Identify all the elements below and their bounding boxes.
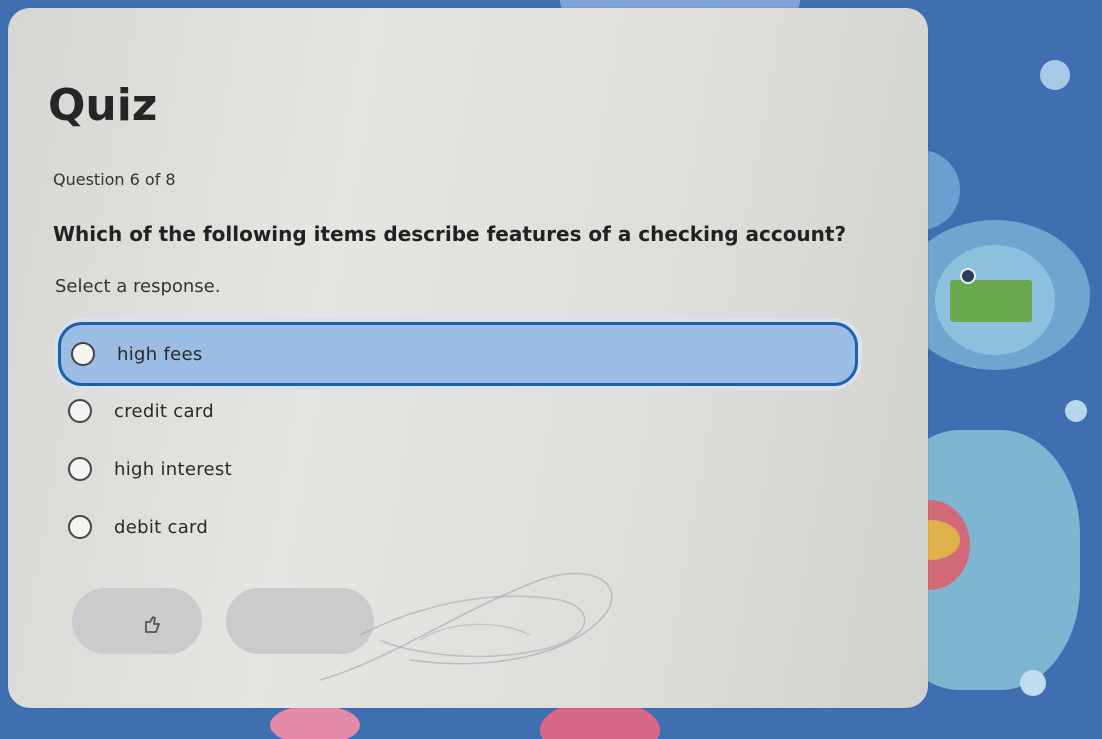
option-high-interest[interactable]: high interest	[58, 440, 852, 498]
thumb-icon	[145, 616, 160, 633]
option-label: debit card	[114, 516, 209, 538]
option-label: high interest	[114, 458, 232, 480]
background-shape	[270, 705, 360, 739]
page-title: Quiz	[48, 80, 158, 131]
radio-button[interactable]	[68, 515, 92, 539]
question-counter: Question 6 of 8	[53, 170, 176, 189]
radio-button[interactable]	[71, 342, 95, 366]
card-illustration	[950, 280, 1032, 322]
background-shape	[1040, 60, 1070, 90]
check-button[interactable]	[72, 588, 202, 654]
option-credit-card[interactable]: credit card	[58, 382, 852, 440]
background-shape	[1020, 670, 1046, 696]
instruction-text: Select a response.	[55, 276, 221, 297]
radio-button[interactable]	[68, 399, 92, 423]
option-label: credit card	[114, 400, 214, 422]
question-text: Which of the following items describe fe…	[53, 222, 847, 246]
option-label: high fees	[117, 343, 203, 365]
background-shape	[1065, 400, 1087, 422]
card-pin-icon	[960, 268, 976, 284]
radio-button[interactable]	[68, 457, 92, 481]
screen-glare-scribble	[319, 572, 613, 681]
option-high-fees[interactable]: high fees	[58, 322, 858, 386]
